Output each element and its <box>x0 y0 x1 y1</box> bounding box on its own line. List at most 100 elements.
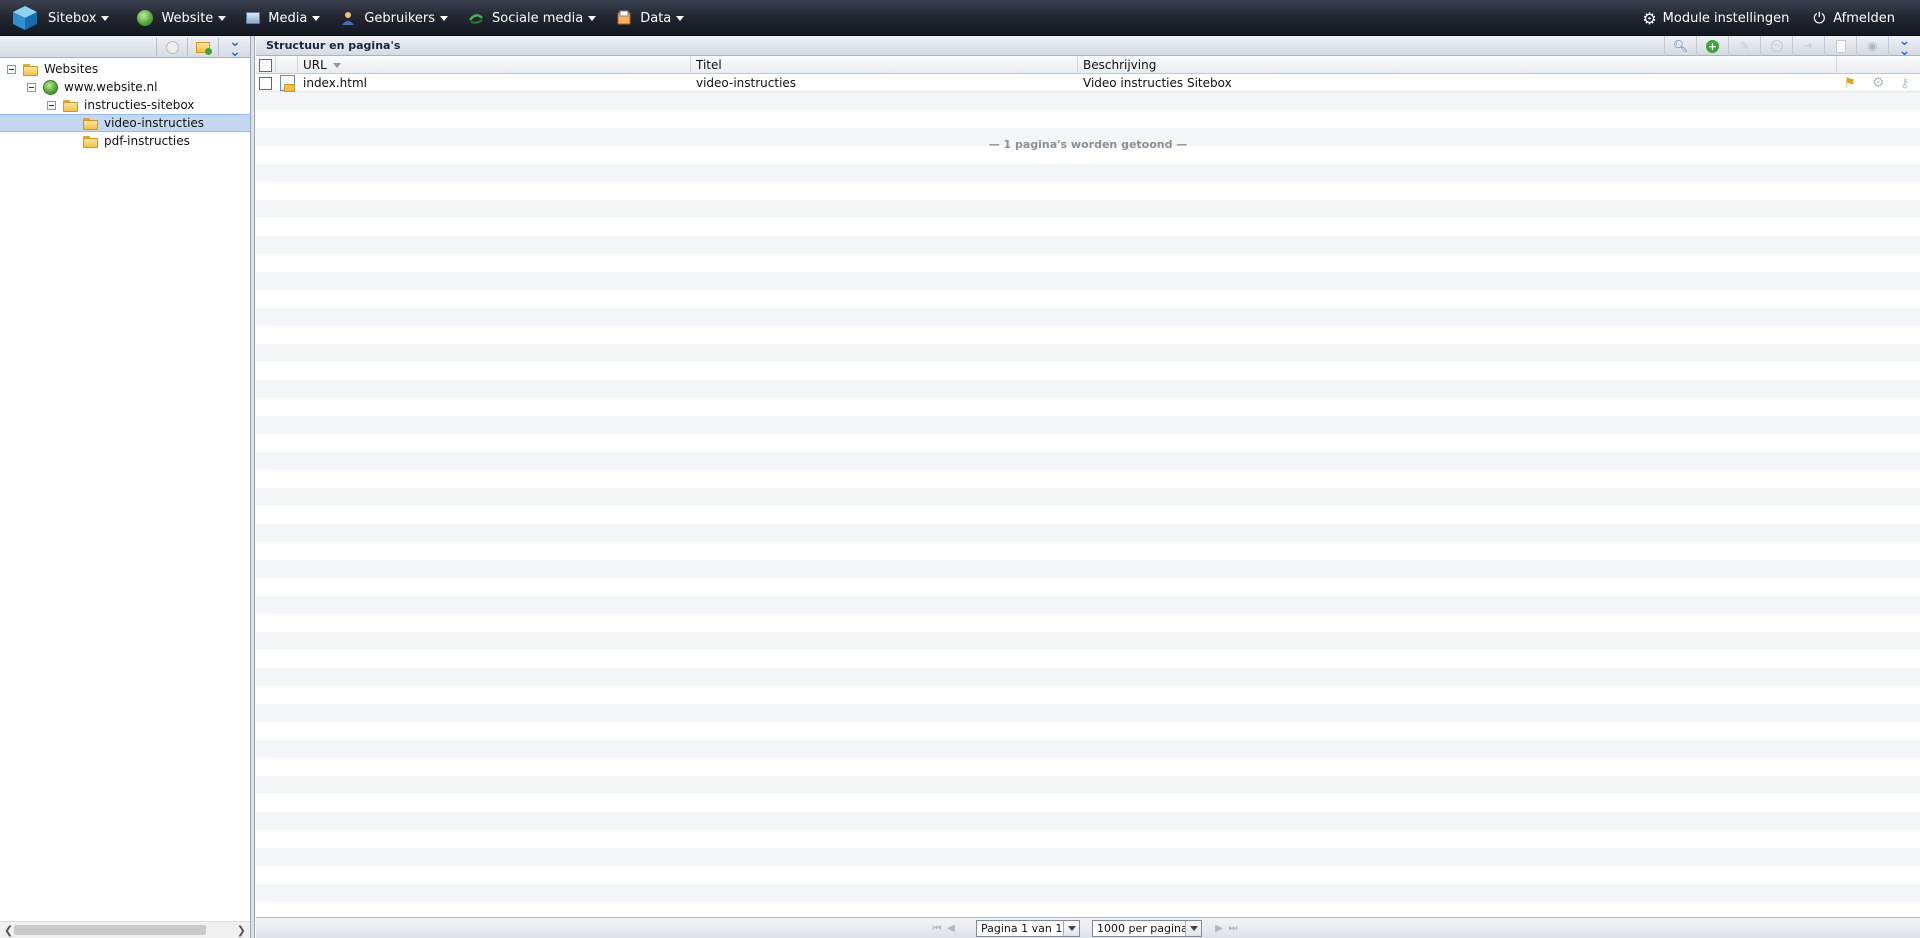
collapse-icon[interactable] <box>27 82 36 92</box>
eye-icon: ◉ <box>1867 39 1878 53</box>
row-icon-cell <box>276 74 298 92</box>
add-icon: + <box>1706 39 1719 53</box>
row-flag-button[interactable]: ⚑ <box>1838 74 1864 92</box>
collapse-icon[interactable] <box>47 100 56 110</box>
add-folder-button[interactable] <box>193 38 213 56</box>
collapse-icon[interactable] <box>7 64 16 74</box>
expand-all-button[interactable]: ⌄ ⌄ <box>225 34 245 60</box>
afmelden-button[interactable]: ⏻ Afmelden <box>1801 0 1920 36</box>
gear-icon: ⚙ <box>1872 75 1885 91</box>
preview-button[interactable]: ◉ <box>1856 36 1888 56</box>
next-page-button[interactable]: ▶ <box>1212 922 1226 936</box>
row-checkbox-cell <box>256 74 276 92</box>
select-all-checkbox[interactable] <box>259 58 272 72</box>
folder-open-icon <box>83 117 99 130</box>
chevron-down-icon <box>676 15 685 21</box>
pages-panel: Structuur en pagina's 🔍︎ + ✎ − ➔ ◉ ⌄ ⌄ UR… <box>256 33 1920 938</box>
page-icon <box>280 75 295 92</box>
add-site-button[interactable] <box>162 38 182 56</box>
move-button[interactable]: ➔ <box>1792 36 1824 56</box>
table-row[interactable]: index.html video-instructies Video instr… <box>256 74 1920 92</box>
collapse-toolbar-button[interactable]: ⌄ ⌄ <box>1888 33 1920 59</box>
key-icon: ⚷ <box>1900 75 1910 91</box>
menu-sitebox-label: Sitebox <box>48 10 97 26</box>
remove-icon: − <box>1770 40 1783 52</box>
search-button[interactable]: 🔍︎ <box>1664 36 1696 56</box>
pagination-bar: ⏮ ◀ Pagina 1 van 1 1000 per pagina ▶ ⏭ <box>256 917 1920 938</box>
tree-node-video-instructies[interactable]: video-instructies <box>0 114 250 132</box>
pager-perpage-control: 1000 per pagina <box>1092 920 1202 937</box>
per-page-select[interactable]: 1000 per pagina <box>1092 920 1202 937</box>
grid-body: index.html video-instructies Video instr… <box>256 74 1920 917</box>
chevron-down-icon <box>1185 921 1201 936</box>
delete-button[interactable]: − <box>1760 36 1792 56</box>
row-key-button[interactable]: ⚷ <box>1894 74 1920 92</box>
pager-nav-right: ▶ ⏭ <box>1212 920 1240 937</box>
menu-media[interactable]: Media <box>236 0 330 36</box>
menu-website[interactable]: Website <box>127 0 236 36</box>
menu-gebruikers[interactable]: Gebruikers <box>330 0 458 36</box>
document-icon <box>1835 39 1846 53</box>
toolbar-separator <box>187 38 188 56</box>
globe-add-icon <box>165 40 179 54</box>
search-icon: 🔍︎ <box>1672 39 1689 53</box>
menu-sitebox[interactable]: Sitebox <box>0 0 119 36</box>
column-header-titel[interactable]: Titel <box>691 56 1078 74</box>
chevron-down-icon <box>440 15 449 21</box>
toolbar-separator <box>156 38 157 56</box>
globe-icon <box>137 10 154 26</box>
tree-node-label: video-instructies <box>104 116 205 130</box>
media-icon <box>246 12 261 24</box>
add-page-button[interactable]: + <box>1696 36 1728 56</box>
tree-node-instructies-sitebox[interactable]: instructies-sitebox <box>0 96 250 114</box>
per-page-select-value: 1000 per pagina <box>1097 922 1188 935</box>
menu-data[interactable]: Data <box>606 0 694 36</box>
scrollbar-thumb[interactable] <box>14 925 206 935</box>
column-header-beschrijving[interactable]: Beschrijving <box>1078 56 1837 74</box>
menu-sociale-media-label: Sociale media <box>492 10 584 26</box>
chevron-down-icon <box>218 15 227 21</box>
chevron-down-icon <box>1063 921 1079 936</box>
tree-node-websites[interactable]: Websites <box>0 60 250 78</box>
horizontal-scrollbar[interactable]: ❮ ❯ <box>0 921 250 938</box>
chevron-down-icon <box>101 15 110 21</box>
page-button[interactable] <box>1824 36 1856 56</box>
first-page-button[interactable]: ⏮ <box>930 922 944 936</box>
edit-button[interactable]: ✎ <box>1728 36 1760 56</box>
column-header-url[interactable]: URL <box>298 56 691 74</box>
column-header-label: Titel <box>696 58 722 72</box>
tree-node-website-nl[interactable]: www.website.nl <box>0 78 250 96</box>
last-page-button[interactable]: ⏭ <box>1226 922 1240 936</box>
gear-icon: ⚙ <box>1642 8 1657 28</box>
module-instellingen-button[interactable]: ⚙ Module instellingen <box>1630 0 1801 36</box>
double-chevron-down-icon: ⌄ ⌄ <box>1898 33 1911 59</box>
pencil-icon: ✎ <box>1739 39 1750 53</box>
previous-page-button[interactable]: ◀ <box>944 922 958 936</box>
panel-title: Structuur en pagina's <box>266 39 401 52</box>
pager-nav-left: ⏮ ◀ <box>930 920 958 937</box>
select-all-column <box>256 56 276 74</box>
top-menu-bar: Sitebox Website Media Gebruikers Sociale… <box>0 0 1920 36</box>
tree-panel: ⌄ ⌄ Websites www.website.nl instructies-s… <box>0 34 251 938</box>
tree-toolbar: ⌄ ⌄ <box>0 34 250 60</box>
page-select[interactable]: Pagina 1 van 1 <box>976 920 1080 937</box>
folder-open-icon <box>63 99 79 112</box>
tree-node-pdf-instructies[interactable]: pdf-instructies <box>0 132 250 150</box>
cell-url: index.html <box>303 76 367 90</box>
folder-add-icon <box>196 41 212 55</box>
sitebox-cube-icon <box>13 6 37 30</box>
chevron-down-icon <box>588 15 597 21</box>
folder-icon <box>23 63 39 76</box>
menu-sociale-media[interactable]: Sociale media <box>458 0 606 36</box>
menu-data-label: Data <box>640 10 672 26</box>
cell-beschrijving: Video instructies Sitebox <box>1083 76 1232 90</box>
row-settings-button[interactable]: ⚙ <box>1866 74 1892 92</box>
power-icon: ⏻ <box>1813 9 1826 27</box>
page-count-summary: — 1 pagina's worden getoond — <box>988 138 1188 151</box>
scroll-right-icon[interactable]: ❯ <box>237 924 246 937</box>
row-checkbox[interactable] <box>259 76 272 90</box>
panel-splitter[interactable] <box>251 36 255 938</box>
scroll-left-icon[interactable]: ❮ <box>4 924 13 937</box>
social-media-icon <box>469 14 483 24</box>
double-chevron-down-icon: ⌄ ⌄ <box>229 34 241 60</box>
